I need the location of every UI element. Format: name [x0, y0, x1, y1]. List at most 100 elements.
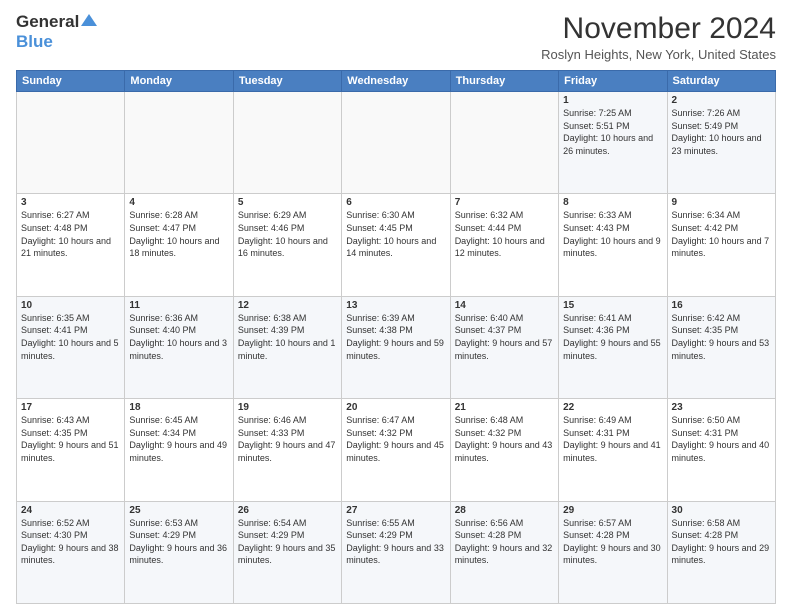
- week-row-2: 3Sunrise: 6:27 AM Sunset: 4:48 PM Daylig…: [17, 194, 776, 296]
- day-info: Sunrise: 6:50 AM Sunset: 4:31 PM Dayligh…: [672, 414, 771, 464]
- day-number: 14: [455, 300, 554, 311]
- weekday-header-sunday: Sunday: [17, 71, 125, 92]
- day-cell: 7Sunrise: 6:32 AM Sunset: 4:44 PM Daylig…: [450, 194, 558, 296]
- day-info: Sunrise: 6:35 AM Sunset: 4:41 PM Dayligh…: [21, 312, 120, 362]
- day-info: Sunrise: 6:34 AM Sunset: 4:42 PM Dayligh…: [672, 209, 771, 259]
- day-cell: [342, 92, 450, 194]
- day-info: Sunrise: 6:55 AM Sunset: 4:29 PM Dayligh…: [346, 517, 445, 567]
- day-info: Sunrise: 6:36 AM Sunset: 4:40 PM Dayligh…: [129, 312, 228, 362]
- week-row-4: 17Sunrise: 6:43 AM Sunset: 4:35 PM Dayli…: [17, 399, 776, 501]
- day-cell: 16Sunrise: 6:42 AM Sunset: 4:35 PM Dayli…: [667, 296, 775, 398]
- day-info: Sunrise: 6:28 AM Sunset: 4:47 PM Dayligh…: [129, 209, 228, 259]
- day-cell: 28Sunrise: 6:56 AM Sunset: 4:28 PM Dayli…: [450, 501, 558, 603]
- day-cell: 11Sunrise: 6:36 AM Sunset: 4:40 PM Dayli…: [125, 296, 233, 398]
- day-cell: 22Sunrise: 6:49 AM Sunset: 4:31 PM Dayli…: [559, 399, 667, 501]
- day-number: 3: [21, 197, 120, 208]
- day-cell: 21Sunrise: 6:48 AM Sunset: 4:32 PM Dayli…: [450, 399, 558, 501]
- day-number: 7: [455, 197, 554, 208]
- day-number: 19: [238, 402, 337, 413]
- weekday-header-saturday: Saturday: [667, 71, 775, 92]
- day-info: Sunrise: 6:39 AM Sunset: 4:38 PM Dayligh…: [346, 312, 445, 362]
- day-info: Sunrise: 6:29 AM Sunset: 4:46 PM Dayligh…: [238, 209, 337, 259]
- day-number: 8: [563, 197, 662, 208]
- day-info: Sunrise: 6:41 AM Sunset: 4:36 PM Dayligh…: [563, 312, 662, 362]
- calendar-table: SundayMondayTuesdayWednesdayThursdayFrid…: [16, 70, 776, 604]
- day-number: 20: [346, 402, 445, 413]
- day-info: Sunrise: 6:33 AM Sunset: 4:43 PM Dayligh…: [563, 209, 662, 259]
- weekday-header-friday: Friday: [559, 71, 667, 92]
- day-cell: 25Sunrise: 6:53 AM Sunset: 4:29 PM Dayli…: [125, 501, 233, 603]
- day-info: Sunrise: 6:47 AM Sunset: 4:32 PM Dayligh…: [346, 414, 445, 464]
- week-row-5: 24Sunrise: 6:52 AM Sunset: 4:30 PM Dayli…: [17, 501, 776, 603]
- day-number: 27: [346, 505, 445, 516]
- day-info: Sunrise: 6:53 AM Sunset: 4:29 PM Dayligh…: [129, 517, 228, 567]
- day-number: 13: [346, 300, 445, 311]
- page: General Blue November 2024 Roslyn Height…: [0, 0, 792, 612]
- day-cell: 20Sunrise: 6:47 AM Sunset: 4:32 PM Dayli…: [342, 399, 450, 501]
- day-cell: 4Sunrise: 6:28 AM Sunset: 4:47 PM Daylig…: [125, 194, 233, 296]
- day-number: 25: [129, 505, 228, 516]
- day-number: 10: [21, 300, 120, 311]
- month-title: November 2024: [541, 12, 776, 45]
- day-number: 18: [129, 402, 228, 413]
- day-info: Sunrise: 6:32 AM Sunset: 4:44 PM Dayligh…: [455, 209, 554, 259]
- day-info: Sunrise: 6:49 AM Sunset: 4:31 PM Dayligh…: [563, 414, 662, 464]
- day-cell: 1Sunrise: 7:25 AM Sunset: 5:51 PM Daylig…: [559, 92, 667, 194]
- day-number: 1: [563, 95, 662, 106]
- logo-icon: [80, 12, 98, 30]
- day-cell: 26Sunrise: 6:54 AM Sunset: 4:29 PM Dayli…: [233, 501, 341, 603]
- day-cell: 2Sunrise: 7:26 AM Sunset: 5:49 PM Daylig…: [667, 92, 775, 194]
- day-number: 2: [672, 95, 771, 106]
- day-cell: 27Sunrise: 6:55 AM Sunset: 4:29 PM Dayli…: [342, 501, 450, 603]
- day-cell: 24Sunrise: 6:52 AM Sunset: 4:30 PM Dayli…: [17, 501, 125, 603]
- day-info: Sunrise: 6:42 AM Sunset: 4:35 PM Dayligh…: [672, 312, 771, 362]
- weekday-header-monday: Monday: [125, 71, 233, 92]
- day-cell: [233, 92, 341, 194]
- day-info: Sunrise: 6:58 AM Sunset: 4:28 PM Dayligh…: [672, 517, 771, 567]
- day-cell: 29Sunrise: 6:57 AM Sunset: 4:28 PM Dayli…: [559, 501, 667, 603]
- week-row-1: 1Sunrise: 7:25 AM Sunset: 5:51 PM Daylig…: [17, 92, 776, 194]
- day-cell: 13Sunrise: 6:39 AM Sunset: 4:38 PM Dayli…: [342, 296, 450, 398]
- logo: General Blue: [16, 12, 98, 52]
- day-cell: 14Sunrise: 6:40 AM Sunset: 4:37 PM Dayli…: [450, 296, 558, 398]
- day-cell: 30Sunrise: 6:58 AM Sunset: 4:28 PM Dayli…: [667, 501, 775, 603]
- day-info: Sunrise: 6:52 AM Sunset: 4:30 PM Dayligh…: [21, 517, 120, 567]
- day-number: 24: [21, 505, 120, 516]
- day-number: 28: [455, 505, 554, 516]
- day-info: Sunrise: 6:57 AM Sunset: 4:28 PM Dayligh…: [563, 517, 662, 567]
- day-cell: 6Sunrise: 6:30 AM Sunset: 4:45 PM Daylig…: [342, 194, 450, 296]
- day-cell: 18Sunrise: 6:45 AM Sunset: 4:34 PM Dayli…: [125, 399, 233, 501]
- day-info: Sunrise: 6:56 AM Sunset: 4:28 PM Dayligh…: [455, 517, 554, 567]
- day-cell: 17Sunrise: 6:43 AM Sunset: 4:35 PM Dayli…: [17, 399, 125, 501]
- location: Roslyn Heights, New York, United States: [541, 47, 776, 62]
- calendar: SundayMondayTuesdayWednesdayThursdayFrid…: [16, 70, 776, 604]
- day-info: Sunrise: 6:48 AM Sunset: 4:32 PM Dayligh…: [455, 414, 554, 464]
- week-row-3: 10Sunrise: 6:35 AM Sunset: 4:41 PM Dayli…: [17, 296, 776, 398]
- day-cell: [450, 92, 558, 194]
- day-cell: [17, 92, 125, 194]
- day-info: Sunrise: 7:26 AM Sunset: 5:49 PM Dayligh…: [672, 107, 771, 157]
- day-number: 9: [672, 197, 771, 208]
- day-number: 5: [238, 197, 337, 208]
- day-cell: 5Sunrise: 6:29 AM Sunset: 4:46 PM Daylig…: [233, 194, 341, 296]
- day-cell: 19Sunrise: 6:46 AM Sunset: 4:33 PM Dayli…: [233, 399, 341, 501]
- day-number: 16: [672, 300, 771, 311]
- day-cell: [125, 92, 233, 194]
- weekday-header-thursday: Thursday: [450, 71, 558, 92]
- title-area: November 2024 Roslyn Heights, New York, …: [541, 12, 776, 62]
- day-info: Sunrise: 6:54 AM Sunset: 4:29 PM Dayligh…: [238, 517, 337, 567]
- day-info: Sunrise: 7:25 AM Sunset: 5:51 PM Dayligh…: [563, 107, 662, 157]
- day-cell: 9Sunrise: 6:34 AM Sunset: 4:42 PM Daylig…: [667, 194, 775, 296]
- day-info: Sunrise: 6:40 AM Sunset: 4:37 PM Dayligh…: [455, 312, 554, 362]
- weekday-header-row: SundayMondayTuesdayWednesdayThursdayFrid…: [17, 71, 776, 92]
- day-number: 4: [129, 197, 228, 208]
- day-number: 12: [238, 300, 337, 311]
- day-number: 15: [563, 300, 662, 311]
- header: General Blue November 2024 Roslyn Height…: [16, 12, 776, 62]
- day-cell: 23Sunrise: 6:50 AM Sunset: 4:31 PM Dayli…: [667, 399, 775, 501]
- weekday-header-wednesday: Wednesday: [342, 71, 450, 92]
- day-info: Sunrise: 6:43 AM Sunset: 4:35 PM Dayligh…: [21, 414, 120, 464]
- day-number: 21: [455, 402, 554, 413]
- logo-blue: Blue: [16, 32, 53, 51]
- logo-general: General: [16, 12, 79, 32]
